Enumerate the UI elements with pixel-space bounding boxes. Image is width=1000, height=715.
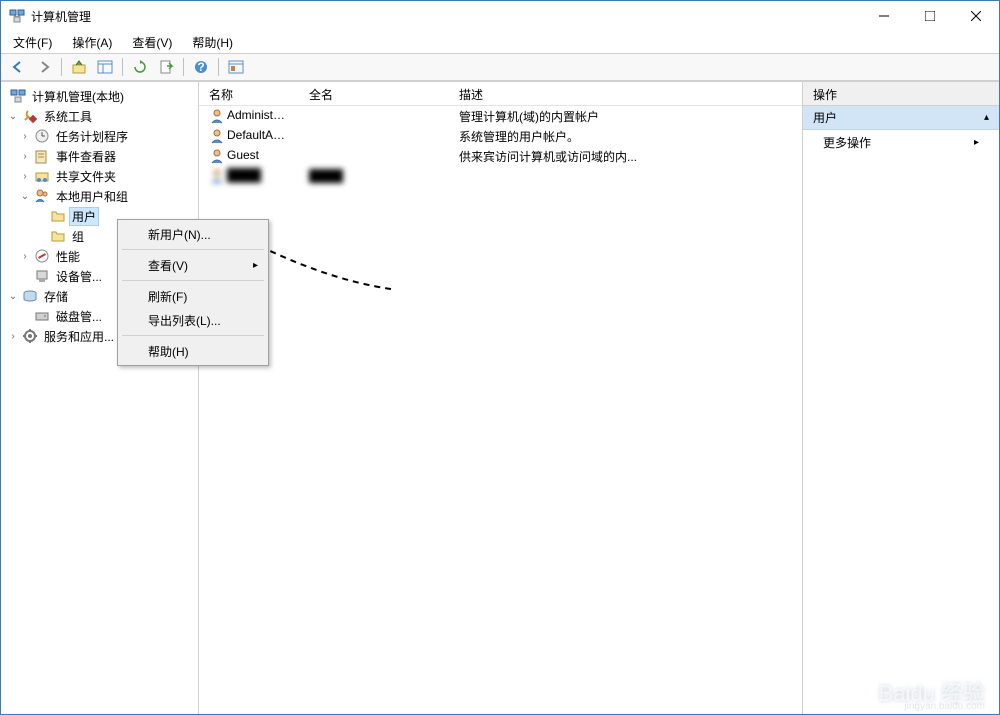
up-button[interactable] [68,56,90,78]
list-row[interactable]: DefaultAcc... 系统管理的用户帐户。 [199,126,802,146]
ctx-new-user[interactable]: 新用户(N)... [120,222,266,246]
collapse-icon: ▴ [984,112,989,123]
expand-icon[interactable]: › [7,331,19,342]
cell-name: ████ [199,168,299,184]
computer-icon [10,88,26,104]
col-fullname[interactable]: 全名 [299,82,449,105]
expand-icon[interactable]: › [19,251,31,262]
collapse-icon[interactable]: ⌄ [7,291,19,302]
expand-icon[interactable]: › [19,171,31,182]
svg-text:?: ? [197,60,204,74]
menu-action[interactable]: 操作(A) [68,32,116,53]
ctx-export[interactable]: 导出列表(L)... [120,308,266,332]
actions-pane: 操作 用户 ▴ 更多操作 ▸ [803,82,999,714]
help-button[interactable]: ? [190,56,212,78]
toolbar: ? [1,53,999,81]
export-button[interactable] [155,56,177,78]
actions-header: 操作 [803,82,999,106]
nav-tree[interactable]: 计算机管理(本地) ⌄ 系统工具 › 任务计划程序 › 事件查看器 › 共享文件… [1,82,199,714]
disk-icon [34,308,50,324]
tools-icon [22,108,38,124]
list-row[interactable]: ████████ [199,166,802,186]
back-button[interactable] [7,56,29,78]
col-name[interactable]: 名称 [199,82,299,105]
tree-task-scheduler[interactable]: › 任务计划程序 [3,126,196,146]
users-groups-icon [34,188,50,204]
actions-more[interactable]: 更多操作 ▸ [803,130,999,155]
cell-fullname: ████ [299,169,449,183]
folder-icon [50,228,66,244]
col-desc[interactable]: 描述 [449,82,802,105]
shared-icon [34,168,50,184]
minimize-button[interactable] [861,1,907,31]
event-icon [34,148,50,164]
submenu-icon: ▸ [253,260,258,271]
submenu-icon: ▸ [974,137,979,148]
list-row[interactable]: Administrat... 管理计算机(域)的内置帐户 [199,106,802,126]
context-menu: 新用户(N)... 查看(V)▸ 刷新(F) 导出列表(L)... 帮助(H) [117,219,269,366]
clock-icon [34,128,50,144]
menu-view[interactable]: 查看(V) [128,32,176,53]
show-hide-tree-button[interactable] [94,56,116,78]
properties-button[interactable] [225,56,247,78]
list-body[interactable]: Administrat...管理计算机(域)的内置帐户DefaultAcc...… [199,106,802,714]
device-icon [34,268,50,284]
collapse-icon[interactable]: ⌄ [19,191,31,202]
ctx-view[interactable]: 查看(V)▸ [120,253,266,277]
list-header: 名称 全名 描述 [199,82,802,106]
app-icon [9,8,25,24]
services-icon [22,328,38,344]
maximize-button[interactable] [907,1,953,31]
actions-group-users[interactable]: 用户 ▴ [803,106,999,130]
cell-desc: 供来宾访问计算机或访问域的内... [449,148,802,165]
cell-desc: 管理计算机(域)的内置帐户 [449,108,802,125]
refresh-button[interactable] [129,56,151,78]
collapse-icon[interactable]: ⌄ [7,111,19,122]
tree-shared-folders[interactable]: › 共享文件夹 [3,166,196,186]
titlebar: 计算机管理 [1,1,999,31]
cell-name: Guest [199,148,299,164]
ctx-refresh[interactable]: 刷新(F) [120,284,266,308]
menu-help[interactable]: 帮助(H) [188,32,237,53]
tree-local-users-groups[interactable]: ⌄ 本地用户和组 [3,186,196,206]
folder-icon [50,208,66,224]
cell-name: Administrat... [199,108,299,124]
tree-event-viewer[interactable]: › 事件查看器 [3,146,196,166]
menu-file[interactable]: 文件(F) [9,32,56,53]
ctx-help[interactable]: 帮助(H) [120,339,266,363]
expand-icon[interactable]: › [19,131,31,142]
window-title: 计算机管理 [31,8,861,25]
cell-desc: 系统管理的用户帐户。 [449,128,802,145]
close-button[interactable] [953,1,999,31]
cell-name: DefaultAcc... [199,128,299,144]
perf-icon [34,248,50,264]
storage-icon [22,288,38,304]
menubar: 文件(F) 操作(A) 查看(V) 帮助(H) [1,31,999,53]
forward-button[interactable] [33,56,55,78]
tree-root[interactable]: 计算机管理(本地) [3,86,196,106]
main-panel: 名称 全名 描述 Administrat...管理计算机(域)的内置帐户Defa… [199,82,803,714]
tree-system-tools[interactable]: ⌄ 系统工具 [3,106,196,126]
content-area: 计算机管理(本地) ⌄ 系统工具 › 任务计划程序 › 事件查看器 › 共享文件… [1,81,999,714]
list-row[interactable]: Guest 供来宾访问计算机或访问域的内... [199,146,802,166]
expand-icon[interactable]: › [19,151,31,162]
